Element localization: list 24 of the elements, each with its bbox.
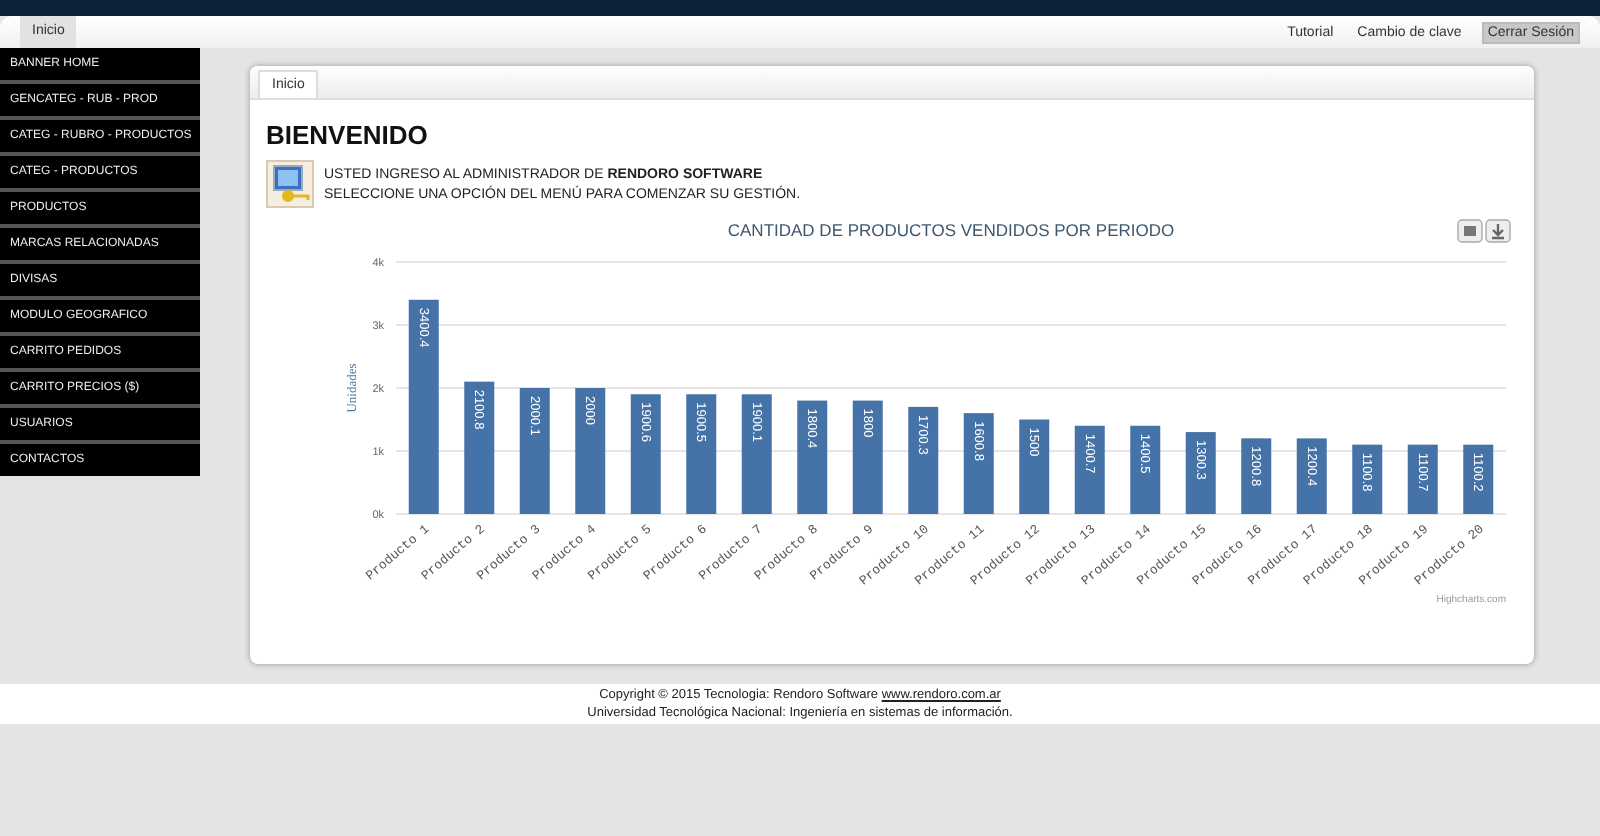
bar bbox=[1463, 444, 1494, 514]
bar bbox=[1185, 432, 1216, 514]
bar bbox=[908, 406, 939, 514]
chart-title: CANTIDAD DE PRODUCTOS VENDIDOS POR PERIODO bbox=[727, 220, 1175, 240]
bar bbox=[1352, 444, 1383, 514]
bar bbox=[1130, 425, 1161, 514]
bar bbox=[630, 394, 661, 514]
welcome-title: BIENVENIDO bbox=[266, 120, 430, 152]
bar bbox=[1241, 438, 1272, 514]
monitor-key-icon bbox=[266, 160, 314, 208]
bar bbox=[1019, 419, 1050, 514]
bar bbox=[797, 400, 828, 514]
bar bbox=[1407, 444, 1438, 514]
print-icon[interactable] bbox=[1457, 219, 1483, 243]
bar bbox=[1296, 438, 1327, 514]
bar bbox=[519, 388, 550, 514]
bar bbox=[464, 381, 495, 514]
bar bbox=[852, 400, 883, 514]
bar bbox=[686, 394, 717, 514]
bar bbox=[575, 388, 606, 514]
download-icon[interactable] bbox=[1485, 219, 1511, 243]
bar bbox=[963, 413, 994, 514]
bar bbox=[741, 394, 772, 514]
bar bbox=[1074, 425, 1105, 514]
